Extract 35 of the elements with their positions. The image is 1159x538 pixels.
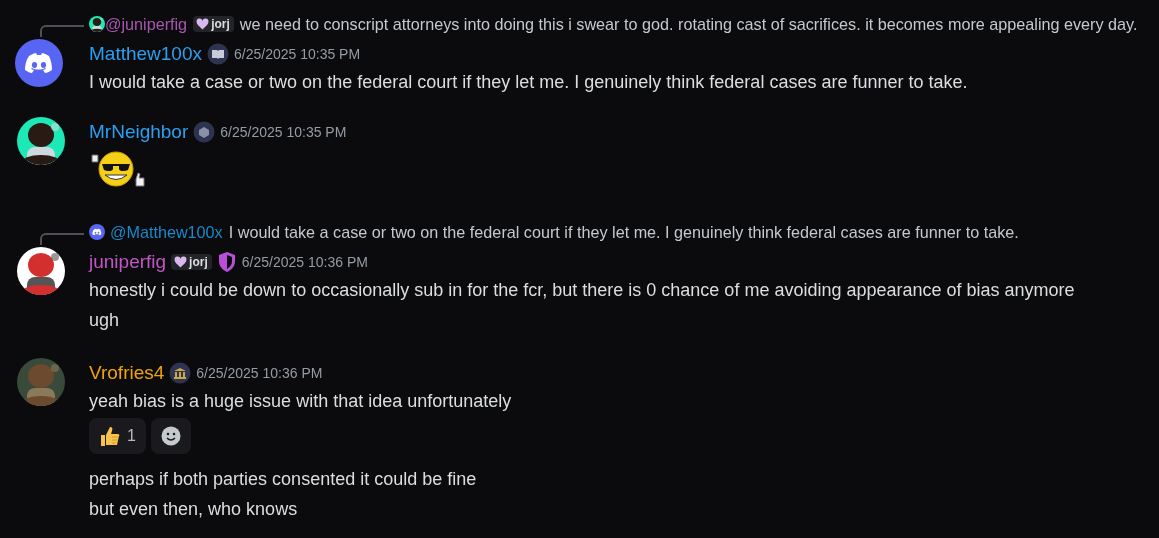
discord-logo-icon	[14, 39, 63, 87]
reply-author[interactable]: @juniperfig	[105, 14, 188, 34]
add-reaction-icon	[160, 426, 181, 446]
timestamp: 6/25/2025 10:36 PM	[196, 365, 323, 381]
add-reaction-button[interactable]	[150, 418, 191, 454]
reply-connector	[40, 24, 84, 37]
reply-text[interactable]: we need to conscript attorneys into doing this i swear to god. rotating cast of sacrifices. it becomes more appealing every day.	[239, 14, 1138, 34]
reply-author[interactable]: @Matthew100x	[110, 222, 223, 242]
heart-icon	[196, 18, 210, 30]
reply-text[interactable]: I would take a case or two on the federal court if they let me. I genuinely think federal cases are funner to take.	[228, 222, 1019, 242]
message-text: but even then, who knows	[89, 499, 298, 519]
timestamp: 6/25/2025 10:35 PM	[220, 124, 347, 140]
username[interactable]: Vrofries4	[89, 362, 165, 384]
message-text: perhaps if both parties consented it could be fine	[89, 469, 477, 489]
timestamp: 6/25/2025 10:35 PM	[234, 46, 361, 62]
username[interactable]: juniperfig	[89, 251, 167, 273]
bank-icon	[169, 362, 192, 384]
username[interactable]: Matthew100x	[89, 43, 202, 65]
box-icon	[193, 121, 216, 143]
reply-connector	[40, 232, 84, 245]
timestamp: 6/25/2025 10:36 PM	[241, 254, 368, 270]
message-text: I would take a case or two on the federal court if they let me. I genuinely think federal cases are funner to take.	[89, 72, 968, 92]
user-tag: jorj	[171, 254, 212, 270]
username[interactable]: MrNeighbor	[89, 121, 189, 143]
book-icon	[207, 43, 229, 65]
thumbs-up-icon	[99, 425, 121, 447]
heart-icon	[174, 256, 188, 268]
message-text: honestly i could be down to occasionally sub in for the fcr, but there is 0 chance of me avoiding appearance of bias anymore	[89, 280, 1075, 300]
message-text: yeah bias is a huge issue with that idea unfortunately	[89, 391, 512, 411]
reaction-chip[interactable]: 1	[89, 418, 146, 454]
discord-logo-icon	[89, 224, 105, 240]
shield-icon	[216, 251, 237, 273]
message-text: ugh	[89, 310, 120, 330]
user-tag: jorj	[193, 16, 234, 32]
sunglasses-smiley-icon	[89, 149, 147, 189]
